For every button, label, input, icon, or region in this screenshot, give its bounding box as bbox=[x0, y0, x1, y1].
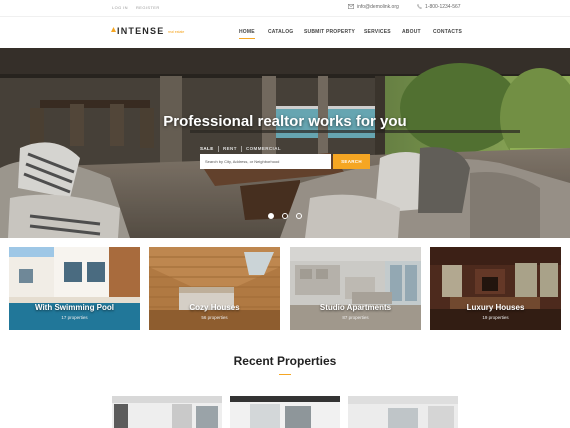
search-input[interactable]: Search by City, Address, or Neighborhood bbox=[200, 154, 331, 169]
hero-title: Professional realtor works for you bbox=[163, 113, 407, 130]
slider-dot-2[interactable] bbox=[282, 213, 288, 219]
category-count: 19 properties bbox=[482, 315, 509, 320]
email-contact[interactable]: info@demolink.org bbox=[348, 4, 399, 10]
category-title: Studio Apartments bbox=[319, 303, 392, 312]
property-image bbox=[348, 396, 458, 428]
envelope-icon bbox=[348, 4, 354, 10]
recent-properties-title: Recent Properties bbox=[233, 354, 337, 368]
nav-services[interactable]: SERVICES bbox=[364, 29, 391, 35]
property-image bbox=[112, 396, 222, 428]
top-bar: LOG IN REGISTER info@demolink.org 1-800-… bbox=[0, 0, 570, 16]
main-header: INTENSE real estate HOME CATALOG SUBMIT … bbox=[0, 16, 570, 48]
phone-text: 1-800-1234-567 bbox=[425, 4, 461, 10]
tab-commercial[interactable]: COMMERCIAL bbox=[246, 146, 281, 151]
category-count: 17 properties bbox=[61, 315, 88, 320]
category-title: Cozy Houses bbox=[189, 303, 240, 312]
tab-divider bbox=[241, 146, 242, 152]
category-card-cozy[interactable]: Cozy Houses 56 properties bbox=[149, 247, 280, 330]
property-card[interactable] bbox=[112, 396, 222, 428]
hero-slider: Professional realtor works for you SALE … bbox=[0, 48, 570, 238]
logo-name: INTENSE bbox=[117, 26, 165, 36]
email-text: info@demolink.org bbox=[357, 4, 399, 10]
category-title: With Swimming Pool bbox=[34, 303, 115, 312]
phone-icon bbox=[417, 4, 422, 10]
property-card[interactable] bbox=[230, 396, 340, 428]
logo-mark-icon bbox=[111, 27, 116, 32]
logo-tagline: real estate bbox=[168, 30, 185, 34]
category-count: 56 properties bbox=[201, 315, 228, 320]
register-link[interactable]: REGISTER bbox=[136, 5, 160, 10]
property-card[interactable] bbox=[348, 396, 458, 428]
hero-image bbox=[0, 48, 570, 238]
property-image bbox=[230, 396, 340, 428]
slider-dot-3[interactable] bbox=[296, 213, 302, 219]
search-button[interactable]: SEARCH bbox=[333, 154, 370, 169]
nav-catalog[interactable]: CATALOG bbox=[268, 29, 293, 35]
tab-sale[interactable]: SALE bbox=[200, 146, 214, 151]
category-count: 87 properties bbox=[342, 315, 369, 320]
nav-contacts[interactable]: CONTACTS bbox=[433, 29, 462, 35]
category-card-pool[interactable]: With Swimming Pool 17 properties bbox=[9, 247, 140, 330]
tab-divider bbox=[218, 146, 219, 152]
category-card-luxury[interactable]: Luxury Houses 19 properties bbox=[430, 247, 561, 330]
phone-contact[interactable]: 1-800-1234-567 bbox=[417, 4, 461, 10]
title-underline bbox=[279, 374, 291, 375]
category-card-studio[interactable]: Studio Apartments 87 properties bbox=[290, 247, 421, 330]
nav-home[interactable]: HOME bbox=[239, 29, 255, 39]
nav-submit-property[interactable]: SUBMIT PROPERTY bbox=[304, 29, 355, 35]
login-link[interactable]: LOG IN bbox=[112, 5, 128, 10]
tab-rent[interactable]: RENT bbox=[223, 146, 237, 151]
nav-about[interactable]: ABOUT bbox=[402, 29, 421, 35]
category-title: Luxury Houses bbox=[466, 303, 525, 312]
slider-dot-1[interactable] bbox=[268, 213, 274, 219]
